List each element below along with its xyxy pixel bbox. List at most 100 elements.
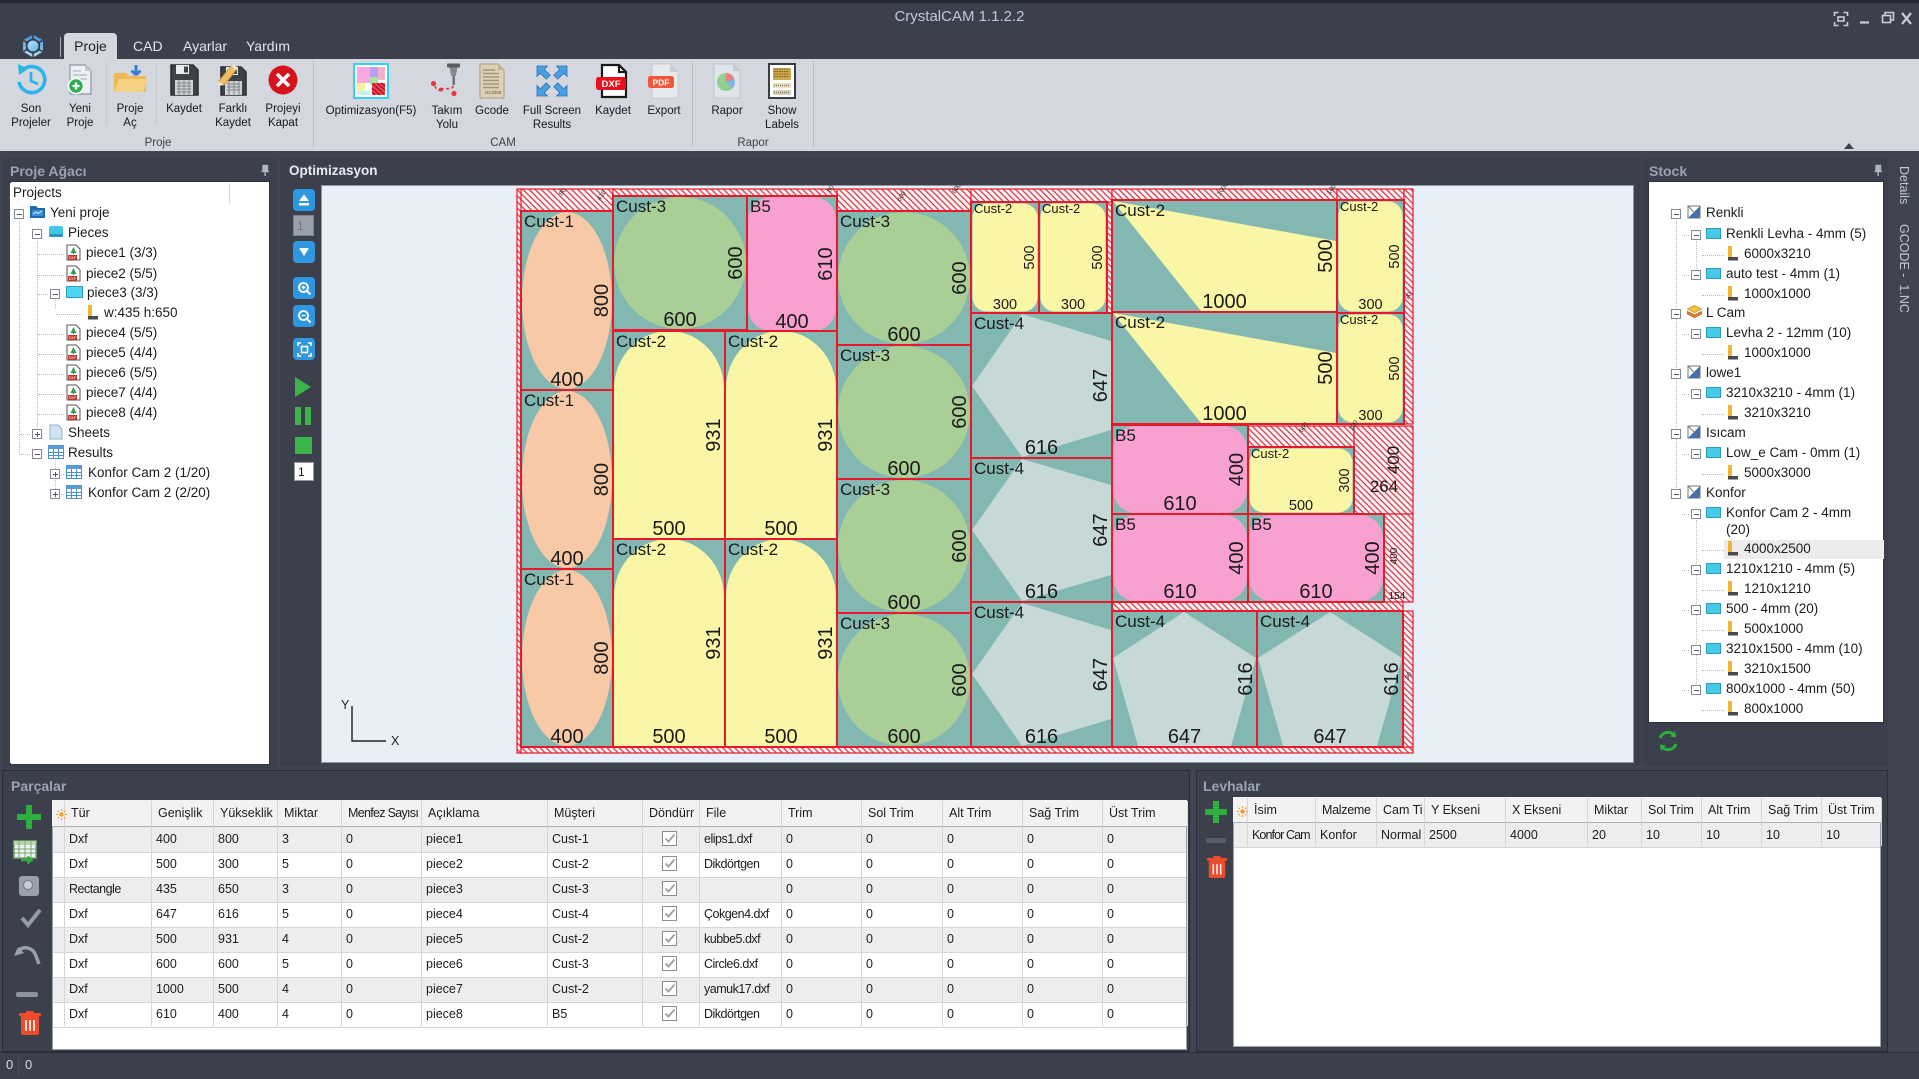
svg-text:Cust-3: Cust-3 (840, 212, 890, 231)
svg-text:800: 800 (591, 463, 613, 496)
svg-text:931: 931 (703, 626, 725, 659)
svg-text:Cust-4: Cust-4 (974, 314, 1024, 333)
svg-text:600: 600 (887, 324, 920, 346)
svg-text:500: 500 (652, 518, 685, 540)
svg-text:Cust-2: Cust-2 (1115, 313, 1165, 332)
svg-text:400: 400 (1226, 541, 1248, 574)
svg-text:610: 610 (1163, 493, 1196, 515)
svg-text:PDF: PDF (653, 78, 670, 88)
svg-text:600: 600 (949, 395, 971, 428)
svg-text:DXF: DXF (69, 256, 76, 260)
svg-text:500: 500 (1387, 244, 1403, 268)
svg-text:154: 154 (1389, 591, 1406, 602)
svg-text:DXF: DXF (69, 396, 76, 400)
svg-text:Cust-2: Cust-2 (1340, 312, 1378, 327)
svg-text:300: 300 (1061, 297, 1085, 313)
svg-text:600: 600 (949, 529, 971, 562)
svg-text:B5: B5 (1115, 515, 1136, 534)
svg-text:400: 400 (1384, 446, 1403, 474)
svg-text:647: 647 (1090, 513, 1112, 546)
svg-text:DXF: DXF (69, 376, 76, 380)
svg-text:B5: B5 (750, 197, 771, 216)
svg-text:610: 610 (1299, 581, 1332, 603)
svg-text:Cust-2: Cust-2 (1340, 199, 1378, 214)
svg-text:300: 300 (1358, 297, 1382, 313)
svg-text:Cust-2: Cust-2 (1042, 201, 1080, 216)
svg-text:Cust-2: Cust-2 (728, 332, 778, 351)
svg-text:610: 610 (815, 247, 837, 280)
svg-text:600: 600 (887, 458, 920, 480)
svg-text:600: 600 (725, 246, 747, 279)
svg-text:DXF: DXF (69, 336, 76, 340)
svg-text:Cust-3: Cust-3 (840, 480, 890, 499)
svg-text:B5: B5 (1115, 426, 1136, 445)
svg-text:931: 931 (815, 626, 837, 659)
svg-text:Cust-4: Cust-4 (974, 459, 1024, 478)
svg-text:600: 600 (949, 663, 971, 696)
svg-text:931: 931 (703, 418, 725, 451)
svg-text:500: 500 (1315, 351, 1337, 384)
svg-text:Cust-1: Cust-1 (524, 570, 574, 589)
svg-text:400: 400 (550, 726, 583, 748)
svg-text:600: 600 (949, 261, 971, 294)
svg-text:X: X (391, 734, 400, 748)
svg-text:500: 500 (764, 518, 797, 540)
svg-text:Y: Y (341, 698, 350, 712)
svg-text:647: 647 (1313, 726, 1346, 748)
svg-text:647: 647 (1090, 658, 1112, 691)
svg-text:800: 800 (591, 641, 613, 674)
svg-text:616: 616 (1025, 726, 1058, 748)
svg-text:616: 616 (1025, 437, 1058, 459)
svg-text:300: 300 (1337, 468, 1353, 492)
svg-text:DXF: DXF (602, 79, 621, 90)
svg-text:DXF: DXF (69, 356, 76, 360)
svg-text:616: 616 (1025, 581, 1058, 603)
svg-text:616: 616 (1381, 662, 1403, 695)
svg-text:500: 500 (1022, 245, 1038, 269)
svg-text:1000: 1000 (1202, 291, 1247, 313)
svg-text:B5: B5 (1251, 515, 1272, 534)
svg-text:647: 647 (1168, 726, 1201, 748)
svg-text:DXF: DXF (69, 416, 76, 420)
svg-text:Cust-2: Cust-2 (616, 332, 666, 351)
svg-text:931: 931 (815, 418, 837, 451)
svg-text:Cust-2: Cust-2 (616, 540, 666, 559)
svg-text:800: 800 (591, 284, 613, 317)
svg-text:400: 400 (550, 369, 583, 391)
svg-text:600: 600 (887, 592, 920, 614)
svg-text:616: 616 (1235, 662, 1257, 695)
svg-text:Cust-4: Cust-4 (1115, 612, 1165, 631)
svg-text:500: 500 (764, 726, 797, 748)
svg-text:300: 300 (993, 297, 1017, 313)
svg-text:500: 500 (1315, 239, 1337, 272)
svg-text:Cust-3: Cust-3 (840, 614, 890, 633)
svg-text:Cust-4: Cust-4 (974, 603, 1024, 622)
svg-text:DXF: DXF (69, 277, 76, 281)
svg-text:600: 600 (887, 726, 920, 748)
svg-text:Cust-2: Cust-2 (728, 540, 778, 559)
svg-text:GCODE: GCODE (485, 90, 502, 95)
svg-text:500: 500 (652, 726, 685, 748)
svg-text:1000: 1000 (1202, 403, 1247, 425)
svg-text:Cust-3: Cust-3 (840, 346, 890, 365)
svg-text:300: 300 (1358, 408, 1382, 424)
svg-text:400: 400 (1389, 547, 1400, 564)
svg-text:500: 500 (1289, 498, 1313, 514)
svg-text:500: 500 (1090, 245, 1106, 269)
svg-text:Cust-2: Cust-2 (1251, 446, 1289, 461)
svg-text:500: 500 (1387, 356, 1403, 380)
svg-text:Cust-4: Cust-4 (1260, 612, 1310, 631)
svg-text:600: 600 (663, 309, 696, 331)
svg-text:610: 610 (1163, 581, 1196, 603)
svg-text:400: 400 (1226, 453, 1248, 486)
svg-text:Cust-2: Cust-2 (974, 201, 1012, 216)
svg-text:Cust-1: Cust-1 (524, 212, 574, 231)
svg-text:Cust-2: Cust-2 (1115, 201, 1165, 220)
svg-text:400: 400 (775, 311, 808, 333)
svg-text:264: 264 (1370, 477, 1398, 496)
svg-text:400: 400 (1362, 541, 1384, 574)
svg-text:Cust-1: Cust-1 (524, 391, 574, 410)
svg-text:Cust-3: Cust-3 (616, 197, 666, 216)
svg-text:400: 400 (550, 548, 583, 570)
svg-text:647: 647 (1090, 369, 1112, 402)
